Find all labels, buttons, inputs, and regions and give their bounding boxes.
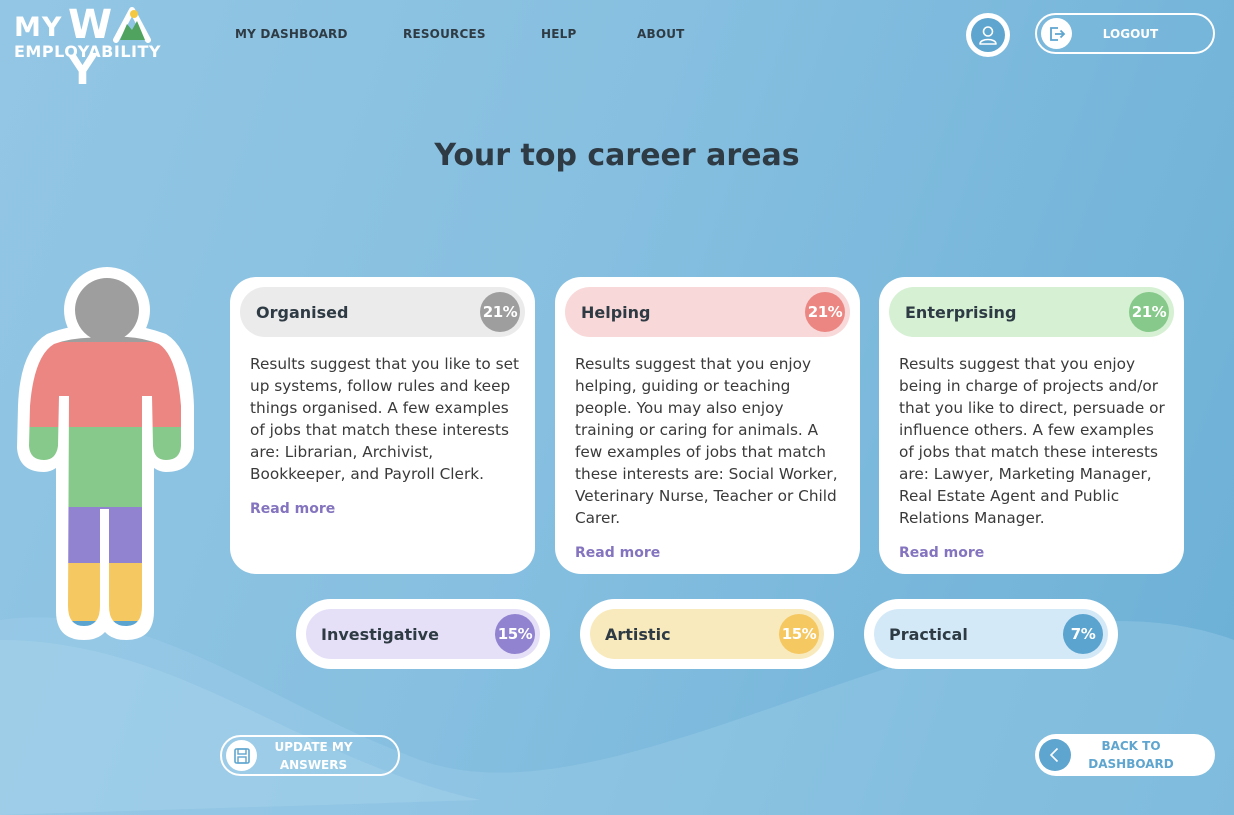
back-to-dashboard-label: BACK TO DASHBOARD (1088, 739, 1174, 771)
pill-title: Investigative (321, 624, 439, 644)
chevron-left-icon (1049, 747, 1059, 763)
career-card-enterprising: Enterprising 21% Results suggest that yo… (879, 277, 1184, 574)
career-pill-artistic[interactable]: Artistic 15% (580, 599, 834, 669)
card-title: Organised (256, 302, 349, 322)
nav-my-dashboard[interactable]: MY DASHBOARD (235, 27, 348, 41)
read-more-link[interactable]: Read more (250, 501, 335, 517)
career-figure (17, 267, 194, 640)
brand-logo[interactable]: MY WY EMPLOYABILITY (14, 2, 174, 94)
percent-badge: 7% (1063, 614, 1103, 654)
read-more-link[interactable]: Read more (899, 545, 984, 561)
card-description: Results suggest that you like to set up … (250, 355, 520, 483)
logout-label: LOGOUT (1102, 26, 1159, 41)
percent-badge: 21% (480, 292, 520, 332)
percent-badge: 21% (1129, 292, 1169, 332)
save-icon (233, 747, 250, 764)
user-icon (979, 26, 997, 45)
profile-button[interactable] (966, 13, 1010, 57)
card-header: Organised 21% (240, 287, 525, 337)
career-card-organised: Organised 21% Results suggest that you l… (230, 277, 535, 574)
update-answers-label: UPDATE MY ANSWERS (274, 739, 353, 772)
back-to-dashboard-button[interactable]: BACK TO DASHBOARD (1035, 734, 1215, 776)
career-card-helping: Helping 21% Results suggest that you enj… (555, 277, 860, 574)
career-pill-practical[interactable]: Practical 7% (864, 599, 1118, 669)
logo-employability: EMPLOYABILITY (14, 42, 161, 61)
logout-icon (1049, 26, 1065, 41)
card-title: Enterprising (905, 302, 1017, 322)
card-header: Helping 21% (565, 287, 850, 337)
nav-help[interactable]: HELP (541, 27, 576, 41)
card-title: Helping (581, 302, 651, 322)
mountain-sun-icon (113, 7, 151, 43)
nav-resources[interactable]: RESOURCES (403, 27, 486, 41)
logout-button[interactable]: LOGOUT (1035, 13, 1215, 54)
percent-badge: 15% (779, 614, 819, 654)
percent-badge: 21% (805, 292, 845, 332)
card-description: Results suggest that you enjoy helping, … (575, 355, 838, 527)
page-title: Your top career areas (434, 138, 800, 173)
nav-about[interactable]: ABOUT (637, 27, 685, 41)
career-pill-investigative[interactable]: Investigative 15% (296, 599, 550, 669)
update-answers-button[interactable]: UPDATE MY ANSWERS (220, 735, 400, 776)
read-more-link[interactable]: Read more (575, 545, 660, 561)
pill-title: Practical (889, 624, 968, 644)
percent-badge: 15% (495, 614, 535, 654)
card-header: Enterprising 21% (889, 287, 1174, 337)
logo-my: MY (14, 12, 63, 43)
card-description: Results suggest that you enjoy being in … (899, 355, 1165, 527)
pill-title: Artistic (605, 624, 671, 644)
